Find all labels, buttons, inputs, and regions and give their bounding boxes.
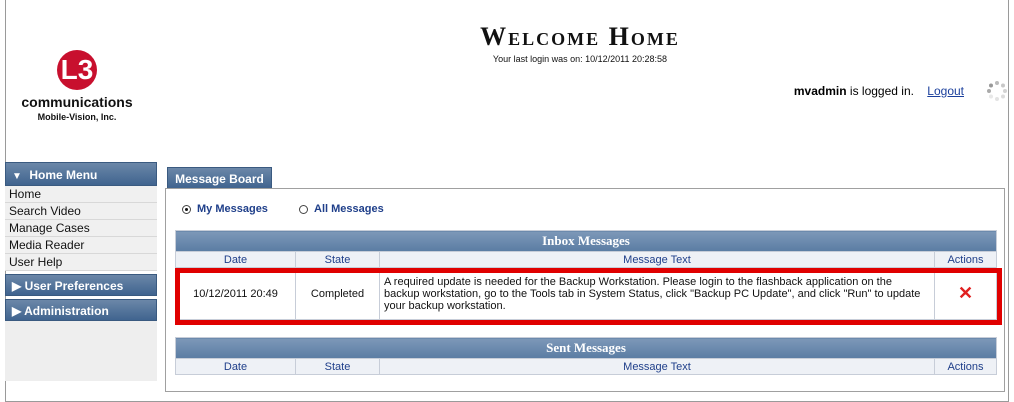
logo-subtitle: Mobile-Vision, Inc. bbox=[37, 112, 117, 122]
company-logo: L3 communications Mobile-Vision, Inc. bbox=[12, 50, 142, 130]
user-status: mvadmin is logged in. Logout bbox=[794, 84, 964, 98]
sidebar: ▼ Home Menu Home Search Video Manage Cas… bbox=[5, 162, 157, 381]
triangle-right-icon: ▶ bbox=[12, 279, 22, 293]
table-row: 10/12/2011 20:49 Completed A required up… bbox=[175, 267, 997, 320]
home-menu-label: Home Menu bbox=[29, 168, 98, 182]
logout-link[interactable]: Logout bbox=[927, 84, 964, 98]
message-state: Completed bbox=[295, 267, 380, 320]
loading-spinner-icon bbox=[987, 81, 1007, 101]
column-header-state[interactable]: State bbox=[295, 358, 380, 375]
inbox-messages-table: Inbox Messages Date State Message Text A… bbox=[175, 230, 997, 320]
sidebar-filler bbox=[5, 321, 157, 381]
inbox-title: Inbox Messages bbox=[175, 230, 997, 252]
column-header-actions: Actions bbox=[934, 251, 997, 268]
user-preferences-menu[interactable]: ▶ User Preferences bbox=[5, 274, 157, 296]
home-menu-header[interactable]: ▼ Home Menu bbox=[5, 162, 157, 186]
sent-title: Sent Messages bbox=[175, 337, 997, 359]
column-header-message-text[interactable]: Message Text bbox=[379, 251, 935, 268]
sidebar-item-search-video[interactable]: Search Video bbox=[5, 203, 157, 220]
message-filter: My Messages All Messages bbox=[182, 203, 412, 217]
triangle-right-icon: ▶ bbox=[12, 304, 22, 318]
message-board-panel: My Messages All Messages Inbox Messages … bbox=[165, 188, 1005, 392]
message-date: 10/12/2011 20:49 bbox=[175, 267, 296, 320]
l3-logo-mark: L3 bbox=[57, 50, 97, 90]
column-header-state[interactable]: State bbox=[295, 251, 380, 268]
radio-my-messages-label: My Messages bbox=[197, 203, 268, 215]
user-preferences-label: User Preferences bbox=[24, 279, 124, 293]
administration-label: Administration bbox=[24, 304, 109, 318]
tab-message-board[interactable]: Message Board bbox=[167, 167, 272, 189]
message-text: A required update is needed for the Back… bbox=[379, 267, 935, 320]
sidebar-item-manage-cases[interactable]: Manage Cases bbox=[5, 220, 157, 237]
last-login-text: Your last login was on: 10/12/2011 20:28… bbox=[492, 54, 668, 64]
logged-in-text: is logged in. bbox=[849, 84, 914, 98]
sidebar-item-home[interactable]: Home bbox=[5, 186, 157, 203]
column-header-date[interactable]: Date bbox=[175, 251, 296, 268]
message-actions: ✕ bbox=[934, 267, 997, 320]
sent-messages-table: Sent Messages Date State Message Text Ac… bbox=[175, 337, 997, 375]
username: mvadmin bbox=[793, 84, 847, 98]
column-header-actions: Actions bbox=[934, 358, 997, 375]
delete-x-icon[interactable]: ✕ bbox=[958, 283, 973, 303]
radio-all-messages-label: All Messages bbox=[314, 203, 384, 215]
radio-my-messages[interactable]: My Messages bbox=[182, 203, 268, 215]
page-title: Welcome Home bbox=[480, 22, 680, 51]
radio-unchecked-icon bbox=[299, 204, 308, 214]
sidebar-item-user-help[interactable]: User Help bbox=[5, 254, 157, 271]
radio-all-messages[interactable]: All Messages bbox=[299, 203, 384, 215]
column-header-message-text[interactable]: Message Text bbox=[379, 358, 935, 375]
column-header-date[interactable]: Date bbox=[175, 358, 296, 375]
logo-name: communications bbox=[21, 94, 133, 110]
sidebar-item-media-reader[interactable]: Media Reader bbox=[5, 237, 157, 254]
radio-checked-icon bbox=[182, 204, 191, 214]
administration-menu[interactable]: ▶ Administration bbox=[5, 299, 157, 321]
